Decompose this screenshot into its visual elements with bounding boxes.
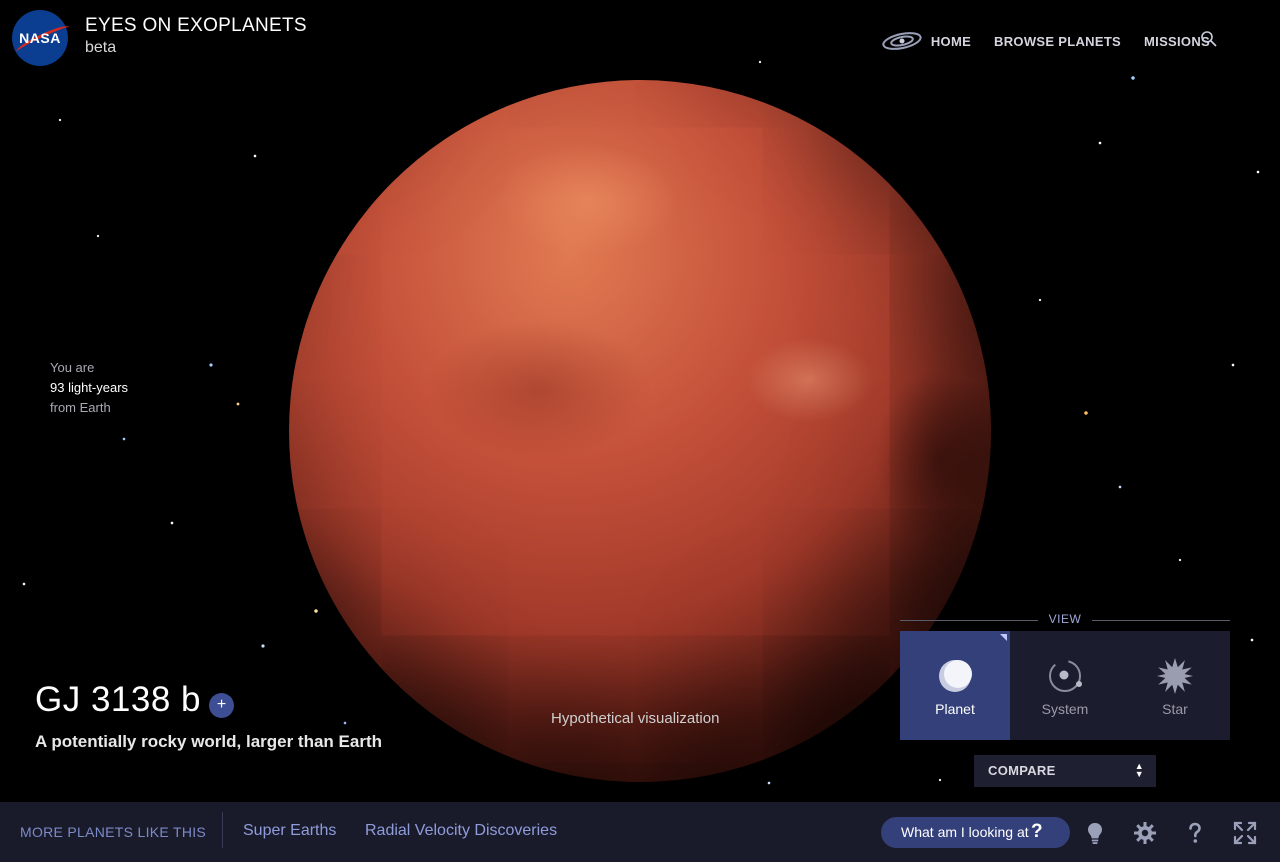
- main-nav: HOME BROWSE PLANETS MISSIONS: [881, 30, 1210, 52]
- view-selector: Planet System Star: [900, 631, 1230, 740]
- nav-home[interactable]: HOME: [931, 34, 971, 49]
- planet-icon: [939, 660, 972, 692]
- view-header: VIEW: [900, 611, 1230, 629]
- view-star-label: Star: [1162, 701, 1188, 717]
- question-mark-icon: ?: [1031, 821, 1043, 842]
- view-planet-label: Planet: [935, 701, 975, 717]
- search-icon[interactable]: [1200, 30, 1218, 48]
- view-star-button[interactable]: Star: [1120, 631, 1230, 740]
- view-system-label: System: [1041, 701, 1089, 717]
- bottom-divider: [222, 812, 223, 848]
- distance-readout: You are 93 light-years from Earth: [50, 358, 128, 418]
- app-title[interactable]: EYES ON EXOPLANETS: [85, 15, 307, 37]
- app-subtitle: beta: [85, 39, 117, 56]
- select-arrows-icon: ▲ ▼: [1134, 761, 1144, 779]
- what-button-label: What am I looking at: [901, 824, 1029, 840]
- galaxy-icon[interactable]: [881, 30, 923, 52]
- add-planet-button[interactable]: +: [209, 693, 234, 718]
- link-super-earths[interactable]: Super Earths: [243, 822, 336, 840]
- compare-label: COMPARE: [988, 763, 1056, 778]
- distance-prefix: You are: [50, 360, 95, 375]
- compare-select[interactable]: COMPARE ▲ ▼: [974, 755, 1156, 787]
- view-planet-button[interactable]: Planet: [900, 631, 1010, 740]
- star-icon: [1157, 658, 1193, 694]
- nav-browse-planets[interactable]: BROWSE PLANETS: [994, 34, 1121, 49]
- active-corner-indicator: [1000, 634, 1007, 641]
- planet-name: GJ 3138 b: [35, 680, 201, 719]
- more-planets-label: MORE PLANETS LIKE THIS: [20, 824, 207, 840]
- distance-value: 93 light-years: [50, 380, 129, 395]
- planet-visualization[interactable]: [289, 80, 991, 782]
- view-label: VIEW: [1048, 612, 1082, 626]
- visualization-caption: Hypothetical visualization: [551, 710, 720, 727]
- link-radial-velocity[interactable]: Radial Velocity Discoveries: [365, 822, 557, 840]
- lightbulb-icon[interactable]: [1083, 821, 1107, 845]
- what-am-i-looking-at-button[interactable]: What am I looking at ?: [881, 817, 1070, 848]
- system-icon: [1049, 660, 1082, 692]
- help-icon[interactable]: [1183, 821, 1207, 845]
- planet-tagline: A potentially rocky world, larger than E…: [35, 732, 382, 751]
- distance-suffix: from Earth: [50, 400, 111, 415]
- bottom-bar: MORE PLANETS LIKE THIS Super Earths Radi…: [0, 802, 1280, 862]
- settings-gear-icon[interactable]: [1133, 821, 1157, 845]
- nasa-logo[interactable]: NASA: [12, 10, 72, 66]
- fullscreen-icon[interactable]: [1233, 821, 1257, 845]
- view-system-button[interactable]: System: [1010, 631, 1120, 740]
- nasa-logo-text: NASA: [19, 30, 61, 46]
